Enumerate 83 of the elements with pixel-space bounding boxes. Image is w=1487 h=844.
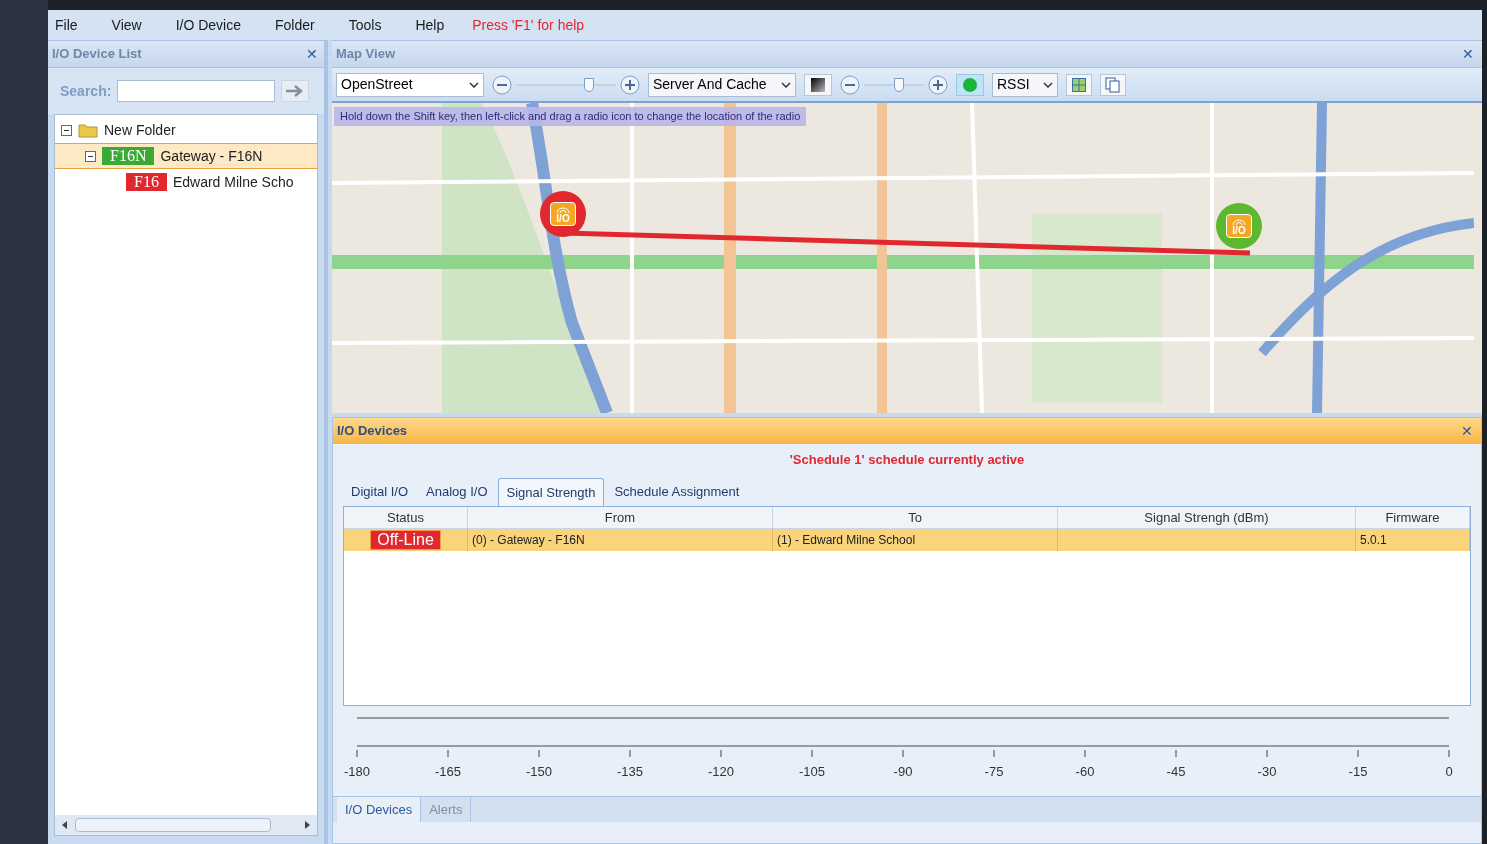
menu-item[interactable]: View xyxy=(111,14,142,36)
close-button[interactable]: ✕ xyxy=(1457,420,1477,442)
device-badge: F16N xyxy=(102,147,155,165)
zoom-in-icon[interactable] xyxy=(928,74,948,95)
scale-tick-label: -120 xyxy=(708,763,734,781)
device-badge: F16 xyxy=(126,173,167,191)
cache-dropdown[interactable]: Server And Cache xyxy=(648,72,796,97)
marker-label: I/O xyxy=(556,213,570,224)
scale-tick-label: -15 xyxy=(1348,763,1368,781)
status-badge: Off-Line xyxy=(370,530,441,550)
menu-item[interactable]: Tools xyxy=(348,14,382,36)
tab[interactable]: Digital I/O xyxy=(343,478,417,506)
search-field[interactable] xyxy=(117,80,276,102)
zoom-out-icon[interactable] xyxy=(492,74,512,95)
scale-tick-label: -180 xyxy=(344,763,370,781)
help-hint: Press 'F1' for help xyxy=(472,15,585,35)
copy-icon xyxy=(1105,76,1121,93)
schedule-notice: 'Schedule 1' schedule currently active xyxy=(789,451,1025,470)
folder-icon xyxy=(78,122,98,138)
tree-item-label: Edward Milne Scho xyxy=(172,172,294,192)
scale-tick-label: -150 xyxy=(526,763,552,781)
go-button[interactable] xyxy=(281,80,310,102)
table-cell-text: 5.0.1 xyxy=(1360,532,1387,549)
slider-thumb[interactable] xyxy=(583,77,594,92)
scroll-left-icon[interactable] xyxy=(61,820,69,830)
radio-waves-icon xyxy=(1232,219,1246,225)
caret-icon xyxy=(781,81,791,88)
menu-item[interactable]: I/O Device xyxy=(175,14,241,36)
scale-tick-label: -165 xyxy=(435,763,461,781)
metric-dropdown[interactable]: RSSI xyxy=(992,72,1058,97)
column-header[interactable]: From xyxy=(468,507,773,528)
table-cell-text: (1) - Edward Milne School xyxy=(777,532,916,549)
map-layers-button[interactable] xyxy=(1066,73,1092,96)
scale-tick-label: -60 xyxy=(1075,763,1095,781)
table-cell-text: (0) - Gateway - F16N xyxy=(472,532,585,549)
tab[interactable]: Schedule Assignment xyxy=(606,478,748,506)
collapse-toggle-icon[interactable] xyxy=(85,150,96,162)
close-button[interactable]: ✕ xyxy=(304,43,320,65)
column-header[interactable]: To xyxy=(773,507,1058,528)
tab[interactable]: I/O Devices xyxy=(337,797,422,822)
status-dot-icon xyxy=(963,77,977,92)
search-label: Search: xyxy=(60,81,112,101)
collapse-toggle-icon[interactable] xyxy=(61,124,72,136)
zoom-out-icon[interactable] xyxy=(840,74,860,95)
tree-item-label: New Folder xyxy=(104,120,176,140)
menu-item[interactable]: Help xyxy=(415,14,445,36)
radio-waves-icon xyxy=(556,207,570,213)
panel-title: Map View xyxy=(336,45,395,64)
slider-thumb[interactable] xyxy=(894,77,904,92)
grid-image-icon xyxy=(1072,77,1086,92)
scale-tick-label: -45 xyxy=(1166,763,1186,781)
tree-item-label: Gateway - F16N xyxy=(160,146,263,166)
table-row[interactable]: Off-Line (0) - Gateway - F16N (1) - Edward Milne School 5.0.1 xyxy=(344,529,1470,551)
scale-tick-label: -135 xyxy=(617,763,643,781)
scroll-right-icon[interactable] xyxy=(303,820,311,830)
scale-tick-label: 0 xyxy=(1445,763,1453,781)
scale-tick-label: -105 xyxy=(799,763,825,781)
map-hint-banner: Hold down the Shift key, then left-click and drag a radio icon to change the location of the radio xyxy=(334,107,807,126)
tree-item[interactable]: F16 Edward Milne Scho xyxy=(55,169,317,195)
column-header[interactable]: Signal Strengh (dBm) xyxy=(1058,507,1356,528)
tab[interactable]: Signal Strength xyxy=(497,478,605,506)
menu-item[interactable]: File xyxy=(55,14,78,36)
tree-item[interactable]: F16N Gateway - F16N xyxy=(55,143,317,169)
zoom-in-icon[interactable] xyxy=(620,74,640,95)
scale-tick-label: -30 xyxy=(1257,763,1277,781)
marker-label: I/O xyxy=(1232,225,1246,236)
column-header[interactable]: Firmware xyxy=(1356,507,1470,528)
panel-title: I/O Device List xyxy=(52,45,142,64)
caret-icon xyxy=(469,81,479,88)
caret-icon xyxy=(1043,81,1053,88)
status-toggle-button[interactable] xyxy=(956,73,984,96)
color-toggle-button[interactable] xyxy=(804,73,832,96)
horizontal-scrollbar[interactable] xyxy=(55,815,317,835)
scale-tick-label: -90 xyxy=(893,763,913,781)
tab[interactable]: Analog I/O xyxy=(418,478,496,506)
panel-title: I/O Devices xyxy=(337,422,408,441)
gradient-square-icon xyxy=(811,77,825,92)
tree-item[interactable]: New Folder xyxy=(55,117,317,143)
menu-item[interactable]: Folder xyxy=(275,14,315,36)
close-button[interactable]: ✕ xyxy=(1458,43,1478,65)
column-header[interactable]: Status xyxy=(344,507,468,528)
scale-tick-label: -75 xyxy=(984,763,1004,781)
map-provider-dropdown[interactable]: OpenStreet xyxy=(336,72,484,97)
